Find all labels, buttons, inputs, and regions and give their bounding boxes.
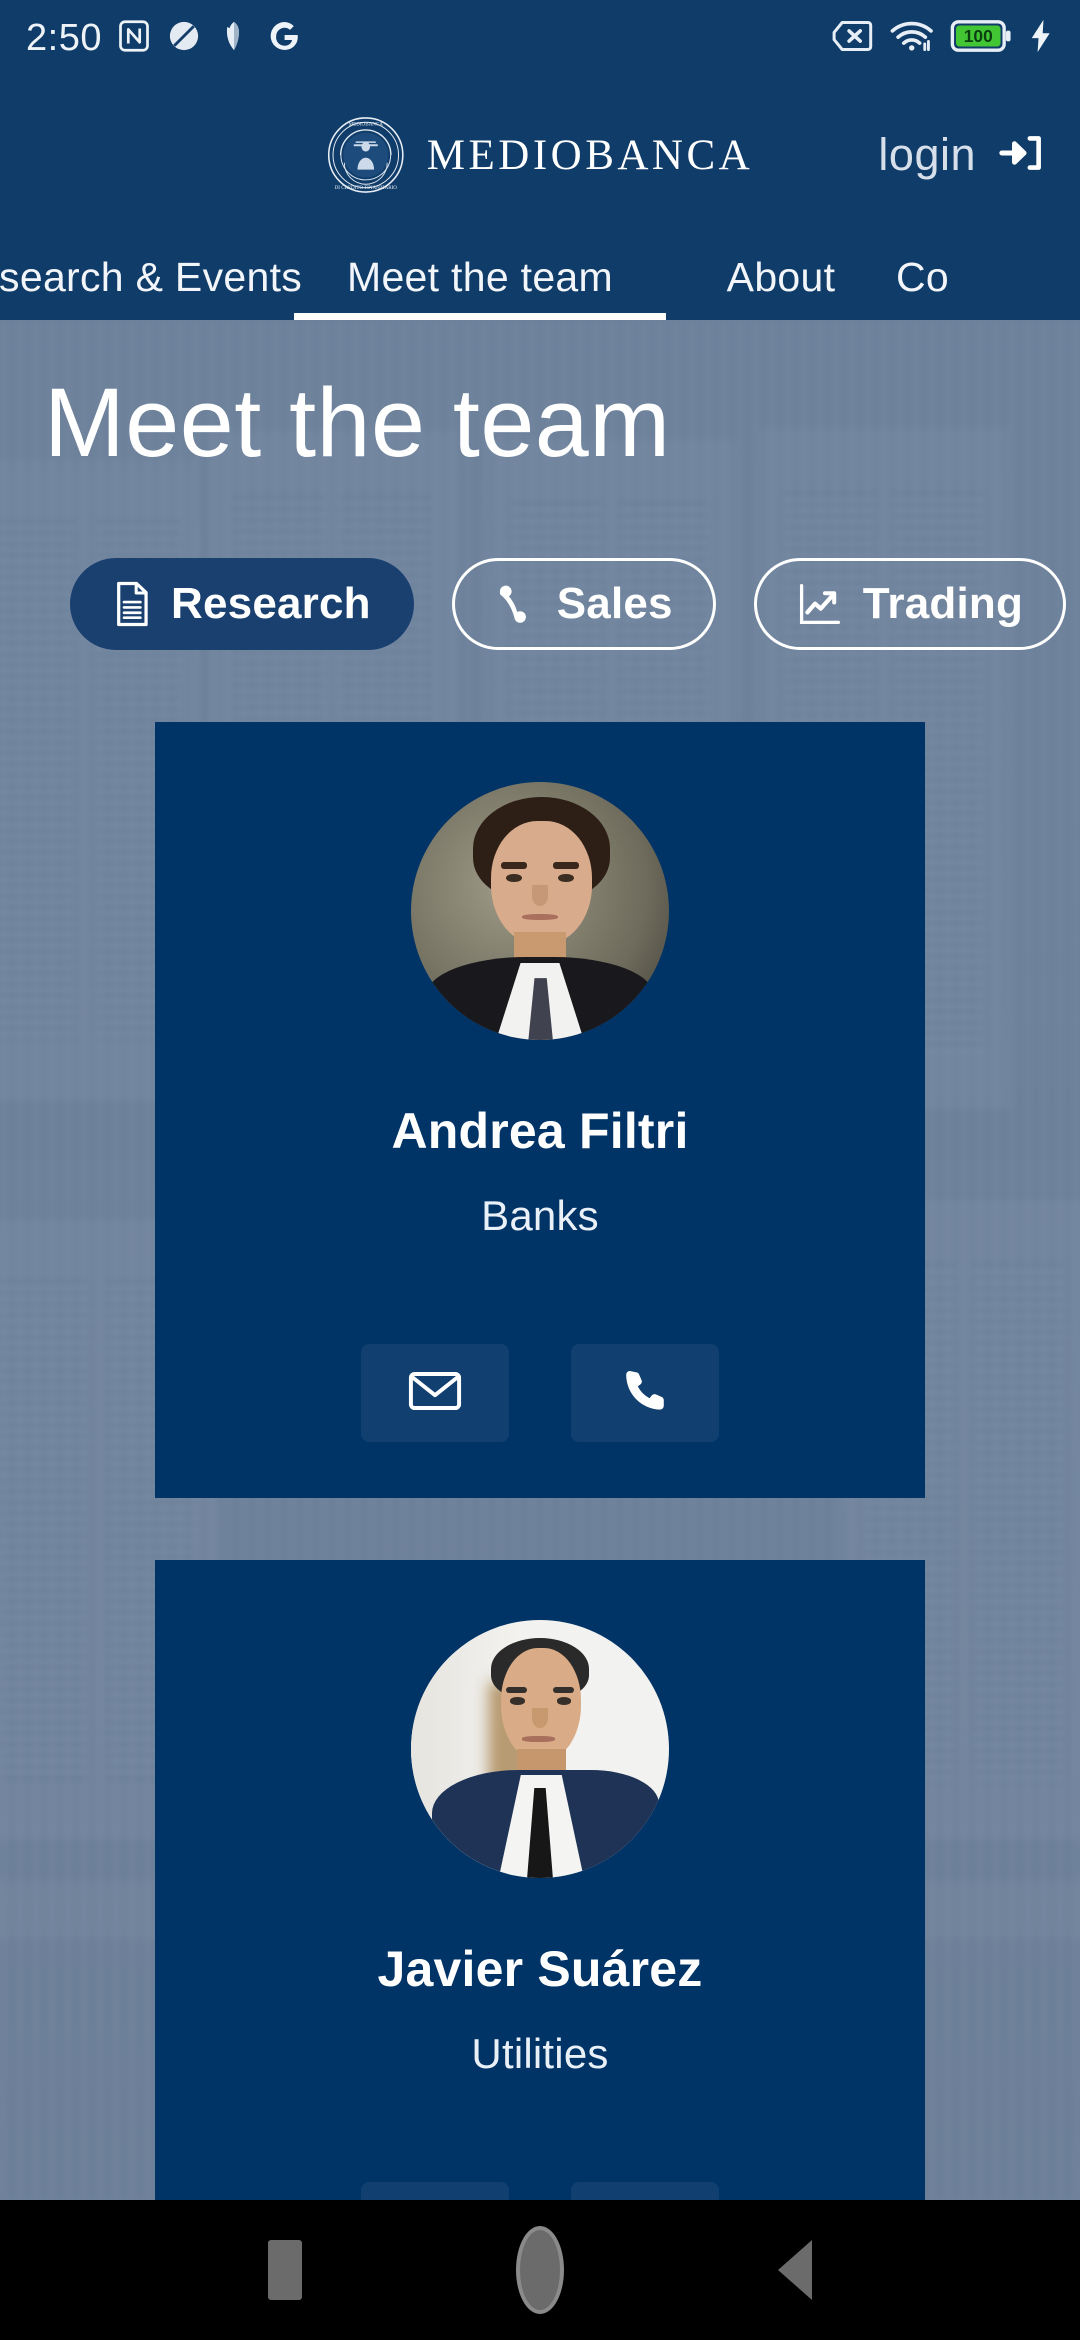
filter-label: Trading [862,579,1024,628]
status-clock: 2:50 [26,16,102,59]
nfc-icon [116,18,152,59]
login-label: login [878,129,976,180]
filter-label: Research [171,579,371,628]
status-bar-right: 100 [832,19,1054,58]
google-icon [266,18,302,59]
charging-bolt-icon [1028,19,1054,58]
wifi-icon [890,19,934,58]
team-member-role: Utilities [471,2030,609,2077]
filter-trading-button[interactable]: Trading [753,558,1067,650]
nav-tabs[interactable]: esearch & Events Meet the team About Co [0,234,1080,320]
nav-tab-label: Co [896,253,950,300]
app-tulip-icon [216,18,252,59]
svg-text:100: 100 [964,26,993,46]
status-bar-left: 2:50 [26,17,302,60]
document-icon [113,581,151,627]
site-header: MEDIOBANCA DI CREDITO FINANZIARIO MEDIOB… [0,76,1080,234]
phone-button[interactable] [571,1344,719,1442]
team-filter-group[interactable]: Research Sales Trading [70,558,1067,650]
home-circle-icon[interactable] [516,2226,564,2314]
avatar [411,782,669,1040]
nav-tab-label: Meet the team [347,253,613,300]
team-member-role: Banks [481,1192,599,1239]
chart-line-up-icon [797,581,843,627]
nav-tab-research-events[interactable]: esearch & Events [0,234,302,320]
nav-tab-active-underline [294,313,666,320]
brand-logo[interactable]: MEDIOBANCA DI CREDITO FINANZIARIO MEDIOB… [327,116,753,194]
sim-card-disabled-icon [832,19,874,58]
battery-icon: 100 [950,19,1012,57]
sign-in-icon [998,131,1044,180]
team-card[interactable]: Andrea Filtri Banks [155,722,925,1498]
mediobanca-emblem-icon: MEDIOBANCA DI CREDITO FINANZIARIO [327,116,405,194]
team-member-name: Javier Suárez [377,1941,703,1997]
status-bar: 2:50 100 [0,0,1080,76]
phone-icon [621,1367,669,1420]
nav-tab-about[interactable]: About [666,234,896,320]
brand-name: MEDIOBANCA [426,131,754,179]
svg-text:MEDIOBANCA: MEDIOBANCA [349,121,384,127]
team-card-list: Andrea Filtri Banks Javier Suárez Utilit… [0,722,1080,2340]
filter-research-button[interactable]: Research [70,558,414,650]
email-button[interactable] [361,1344,509,1442]
filter-label: Sales [556,579,673,628]
team-card-actions [361,1344,719,1442]
back-triangle-icon[interactable] [778,2240,812,2300]
nav-tab-meet-the-team[interactable]: Meet the team [294,234,666,320]
phone-handset-icon [495,581,537,627]
avatar [411,1620,669,1878]
page-title: Meet the team [44,368,671,477]
nav-tab-contacts[interactable]: Co [896,234,1076,320]
nav-tab-label: About [726,253,836,300]
team-member-name: Andrea Filtri [391,1103,689,1159]
login-button[interactable]: login [878,129,1044,181]
recents-square-icon[interactable] [268,2240,302,2300]
email-icon [408,1370,462,1417]
nav-tab-label: esearch & Events [0,253,303,300]
app-dot-icon [166,18,202,59]
android-navigation-bar[interactable] [0,2200,1080,2340]
svg-text:DI CREDITO FINANZIARIO: DI CREDITO FINANZIARIO [335,185,398,191]
filter-sales-button[interactable]: Sales [451,558,716,650]
